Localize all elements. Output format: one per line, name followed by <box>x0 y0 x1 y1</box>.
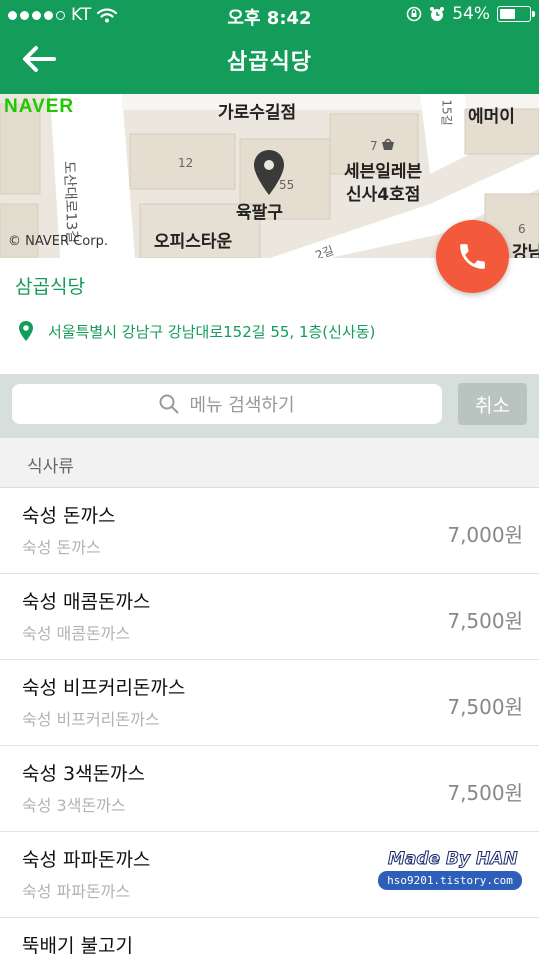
menu-search-bar: 메뉴 검색하기 취소 <box>0 374 539 438</box>
search-placeholder: 메뉴 검색하기 <box>189 395 295 416</box>
map-building-number: 12 <box>178 156 194 170</box>
search-icon <box>159 394 179 414</box>
cancel-button[interactable]: 취소 <box>458 383 527 425</box>
page-title: 삼곱식당 <box>227 50 312 75</box>
menu-item-price: 7,500원 <box>447 781 523 805</box>
phone-icon <box>460 244 485 269</box>
watermark-url: hso9201.tistory.com <box>378 871 522 890</box>
menu-item-description: 숙성 파파돈까스 <box>22 882 131 901</box>
menu-item-description: 숙성 3색돈까스 <box>22 796 126 815</box>
menu-item-name: 숙성 매콤돈까스 <box>22 591 151 613</box>
battery-percent: 54% <box>452 4 490 24</box>
map-building-number: 6 <box>518 222 526 236</box>
map-copyright: © NAVER Corp. <box>8 234 108 249</box>
battery-icon <box>497 6 535 22</box>
status-right: 54% <box>406 4 535 24</box>
menu-item[interactable]: 숙성 비프커리돈까스 숙성 비프커리돈까스 7,500원 <box>0 660 539 746</box>
map-building-number: 7 <box>370 139 378 153</box>
watermark-title: Made By HAN <box>388 849 519 870</box>
map-label: 가로수길점 <box>218 103 297 123</box>
naver-logo: NAVER <box>4 96 75 117</box>
menu-item-price: 7,000원 <box>447 523 523 547</box>
menu-item[interactable]: 숙성 3색돈까스 숙성 3색돈까스 7,500원 <box>0 746 539 832</box>
menu-item-name: 뚝배기 불고기 <box>22 935 133 957</box>
watermark: Made By HAN hso9201.tistory.com <box>378 849 523 895</box>
menu-item-description: 숙성 돈까스 <box>22 538 101 557</box>
status-bar: KT 오후 8:42 54% <box>0 0 539 30</box>
menu-category-header: 식사류 <box>0 438 539 488</box>
map-road-label: 15길 <box>439 99 454 126</box>
menu-item[interactable]: 뚝배기 불고기 <box>0 918 539 960</box>
map-label: 육팔구 <box>236 203 283 223</box>
restaurant-name: 삼곱식당 <box>15 276 85 298</box>
battery-level <box>500 9 516 19</box>
menu-item-description: 숙성 매콤돈까스 <box>22 624 131 643</box>
menu-item-name: 숙성 비프커리돈까스 <box>22 677 186 699</box>
map-road-label: 도산대로13길 <box>60 160 80 244</box>
location-pin-icon <box>19 321 33 341</box>
menu-item-description: 숙성 비프커리돈까스 <box>22 710 160 729</box>
map-label: 세븐일레븐 <box>344 162 423 182</box>
convenience-store-icon <box>382 138 394 150</box>
menu-item-price: 7,500원 <box>447 695 523 719</box>
menu-item[interactable]: 숙성 돈까스 숙성 돈까스 7,000원 <box>0 488 539 574</box>
map-label: 에머이 <box>468 107 515 127</box>
app-header: KT 오후 8:42 54% 삼곱식당 <box>0 0 539 94</box>
alarm-icon <box>430 7 445 21</box>
menu-item[interactable]: 숙성 매콤돈까스 숙성 매콤돈까스 7,500원 <box>0 574 539 660</box>
rotation-lock-icon <box>406 6 422 22</box>
map-label: 신사4호점 <box>346 185 421 205</box>
menu-item-name: 숙성 3색돈까스 <box>22 763 146 785</box>
search-input[interactable]: 메뉴 검색하기 <box>12 384 442 424</box>
menu-item-name: 숙성 파파돈까스 <box>22 849 151 871</box>
menu-item-price: 7,500원 <box>447 609 523 633</box>
address-text: 서울특별시 강남구 강남대로152길 55, 1층(신사동) <box>48 322 376 341</box>
call-button[interactable] <box>436 220 509 293</box>
menu-item-name: 숙성 돈까스 <box>22 505 116 527</box>
map-pin-icon <box>254 150 284 195</box>
map-label: 강남 <box>512 243 539 258</box>
restaurant-address[interactable]: 서울특별시 강남구 강남대로152길 55, 1층(신사동) <box>18 320 375 342</box>
map-label: 오피스타운 <box>154 232 233 252</box>
category-label: 식사류 <box>27 457 74 477</box>
